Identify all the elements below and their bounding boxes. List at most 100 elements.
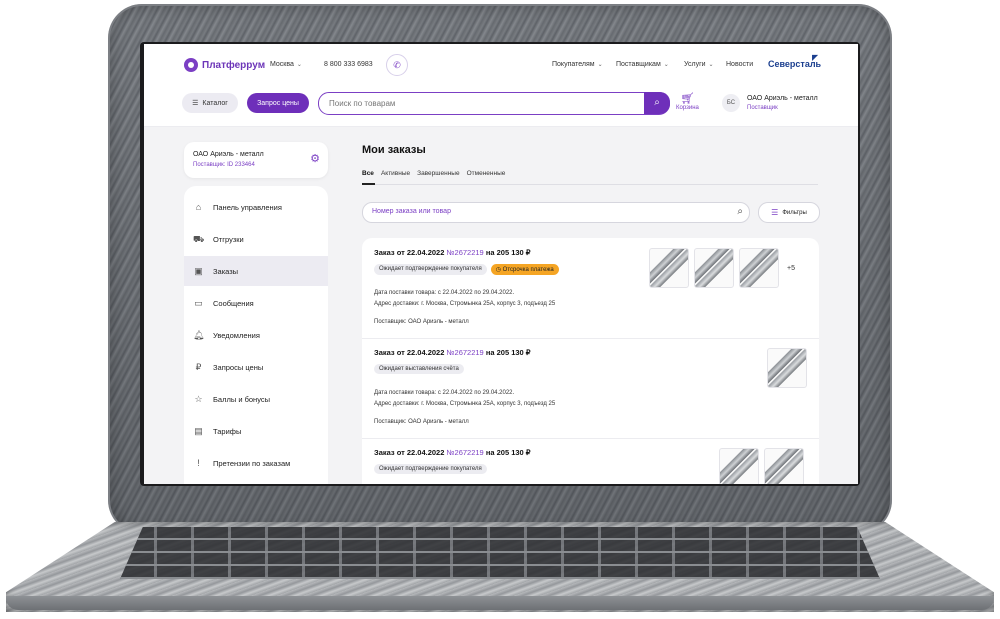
order-card[interactable]: Заказ от 22.04.2022 №2672219 на 205 130 … (362, 338, 819, 439)
product-thumbnail[interactable] (739, 248, 779, 288)
sidebar-item-label: Заказы (213, 266, 239, 276)
sidebar-item-label: Отгрузки (213, 234, 244, 244)
product-thumbnail[interactable] (694, 248, 734, 288)
order-number[interactable]: №2672219 (446, 448, 483, 457)
catalog-label: Каталог (202, 99, 228, 107)
brand-mark-icon: ◤ (812, 53, 819, 62)
city-selector[interactable]: Москва ⌄ (270, 61, 302, 68)
profile-name: ОАО Ариэль - металл (193, 151, 264, 158)
laptop-keyboard-rows (120, 527, 880, 579)
order-thumbnails (767, 348, 807, 388)
status-badge: Ожидает подтверждение покупателя (374, 264, 487, 275)
user-role: Поставщик (747, 105, 778, 111)
order-card[interactable]: Заказ от 22.04.2022 №2672219 на 205 130 … (362, 438, 819, 484)
cart-label: Корзина (676, 105, 699, 111)
tab-all[interactable]: Все (362, 170, 374, 177)
sidebar-item-tariffs[interactable]: ▤ Тарифы (184, 416, 328, 446)
supplier: Поставщик: ОАО Ариэль - металл (374, 319, 469, 325)
order-title: Заказ от 22.04.2022 №2672219 на 205 130 … (374, 248, 531, 257)
sidebar-item-label: Баллы и бонусы (213, 394, 271, 404)
screen: Платферрум Москва ⌄ 8 800 333 6983 ✆ Поку… (144, 44, 858, 484)
sidebar-item-label: Запросы цены (213, 362, 264, 372)
sidebar-item-label: Уведомления (213, 330, 260, 340)
deferral-label: Отсрочка платежа (502, 267, 554, 273)
order-search[interactable]: Номер заказа или товар ⌕ (362, 202, 750, 223)
phone-icon[interactable]: ✆ (386, 54, 408, 76)
sidebar-item-orders[interactable]: ▣ Заказы (184, 256, 328, 286)
tab-active[interactable]: Активные (381, 170, 410, 177)
filters-label: Фильтры (782, 209, 807, 216)
order-tabs: Все Активные Завершенные Отмененные (362, 170, 505, 177)
user-company[interactable]: ОАО Ариэль - металл (747, 95, 818, 102)
product-thumbnail[interactable] (649, 248, 689, 288)
order-amount: на 205 130 ₽ (485, 448, 531, 457)
sidebar-item-price-requests[interactable]: ₽ Запросы цены (184, 352, 328, 382)
delivery-address: Адрес доставки: г. Москва, Стромынка 25А… (374, 301, 556, 307)
bell-icon: 🔔︎ (193, 329, 205, 340)
nav-services[interactable]: Услуги ⌄ (684, 61, 714, 68)
laptop-base-edge (6, 596, 994, 610)
sidebar-item-messages[interactable]: ▭ Сообщения (184, 288, 328, 318)
product-thumbnail[interactable] (719, 448, 759, 484)
site-header: Платферрум Москва ⌄ 8 800 333 6983 ✆ Поку… (144, 44, 858, 127)
chevron-down-icon: ⌄ (597, 62, 603, 68)
sidebar-item-dashboard[interactable]: ⌂ Панель управления (184, 192, 328, 222)
star-icon: ☆ (194, 393, 203, 404)
filter-icon: ☰ (771, 208, 779, 217)
chevron-down-icon: ⌄ (663, 62, 669, 68)
order-search-input[interactable]: Номер заказа или товар (372, 208, 451, 215)
sidebar-item-bonuses[interactable]: ☆ Баллы и бонусы (184, 384, 328, 414)
sidebar-item-label: Претензии по заказам (213, 458, 291, 468)
cart-button[interactable]: 🛒︎ Корзина (676, 92, 699, 111)
search-icon[interactable]: ⌕ (644, 92, 670, 114)
filters-button[interactable]: ☰ Фильтры (758, 202, 820, 223)
search-icon[interactable]: ⌕ (737, 206, 743, 217)
sidebar-item-claims[interactable]: ! Претензии по заказам (184, 448, 328, 478)
order-badges: Ожидает подтверждение покупателя (374, 464, 487, 474)
logo[interactable]: Платферрум (184, 58, 265, 72)
order-date: Заказ от 22.04.2022 (374, 448, 445, 457)
order-number[interactable]: №2672219 (446, 348, 483, 357)
avatar[interactable]: БС (722, 94, 740, 112)
nav-suppliers-label: Поставщикам (616, 61, 661, 68)
tab-completed[interactable]: Завершенные (417, 170, 459, 177)
tariff-icon: ▤ (194, 425, 203, 436)
order-title: Заказ от 22.04.2022 №2672219 на 205 130 … (374, 348, 531, 357)
order-number[interactable]: №2672219 (446, 248, 483, 257)
product-thumbnail[interactable] (767, 348, 807, 388)
tab-cancelled[interactable]: Отмененные (467, 170, 506, 177)
home-icon: ⌂ (195, 201, 202, 212)
order-badges: Ожидает выставления счёта (374, 364, 464, 374)
page-title: Мои заказы (362, 144, 426, 156)
product-thumbnail[interactable] (764, 448, 804, 484)
bag-icon: ▣ (194, 265, 203, 276)
deferral-badge: ◷ Отсрочка платежа (490, 264, 559, 275)
sidebar-menu: ⌂ Панель управления ⛟ Отгрузки ▣ Заказы ▭ Со… (184, 186, 328, 484)
order-amount: на 205 130 ₽ (485, 248, 531, 257)
sidebar-item-notifications[interactable]: 🔔︎ Уведомления (184, 320, 328, 350)
profile-card: ОАО Ариэль - металл Поставщик: ID 233464… (184, 142, 328, 178)
sidebar-item-label: Тарифы (213, 426, 242, 436)
order-thumbnails (719, 448, 804, 484)
catalog-button[interactable]: ☰ Каталог (182, 93, 238, 113)
chat-icon: ▭ (194, 297, 203, 308)
phone-number[interactable]: 8 800 333 6983 (324, 61, 373, 68)
more-items-count[interactable]: +5 (787, 265, 795, 272)
nav-buyers[interactable]: Покупателям ⌄ (552, 61, 603, 68)
order-date: Заказ от 22.04.2022 (374, 348, 445, 357)
active-tab-indicator (362, 183, 375, 185)
order-card[interactable]: Заказ от 22.04.2022 №2672219 на 205 130 … (362, 238, 819, 339)
nav-suppliers[interactable]: Поставщикам ⌄ (616, 61, 669, 68)
sidebar-item-shipments[interactable]: ⛟ Отгрузки (184, 224, 328, 254)
logo-icon (184, 58, 198, 72)
nav-news[interactable]: Новости (726, 61, 753, 68)
city-label: Москва (270, 61, 294, 68)
orders-list: Заказ от 22.04.2022 №2672219 на 205 130 … (362, 238, 819, 484)
product-search[interactable]: Поиск по товарам ⌕ (318, 92, 670, 115)
clock-icon: ◷ (495, 267, 501, 273)
gear-icon[interactable]: ⚙ (310, 152, 320, 165)
price-request-button[interactable]: Запрос цены (247, 93, 309, 113)
sidebar-item-label: Сообщения (213, 298, 254, 308)
search-input[interactable]: Поиск по товарам (329, 99, 395, 108)
tabs-divider (362, 184, 818, 185)
